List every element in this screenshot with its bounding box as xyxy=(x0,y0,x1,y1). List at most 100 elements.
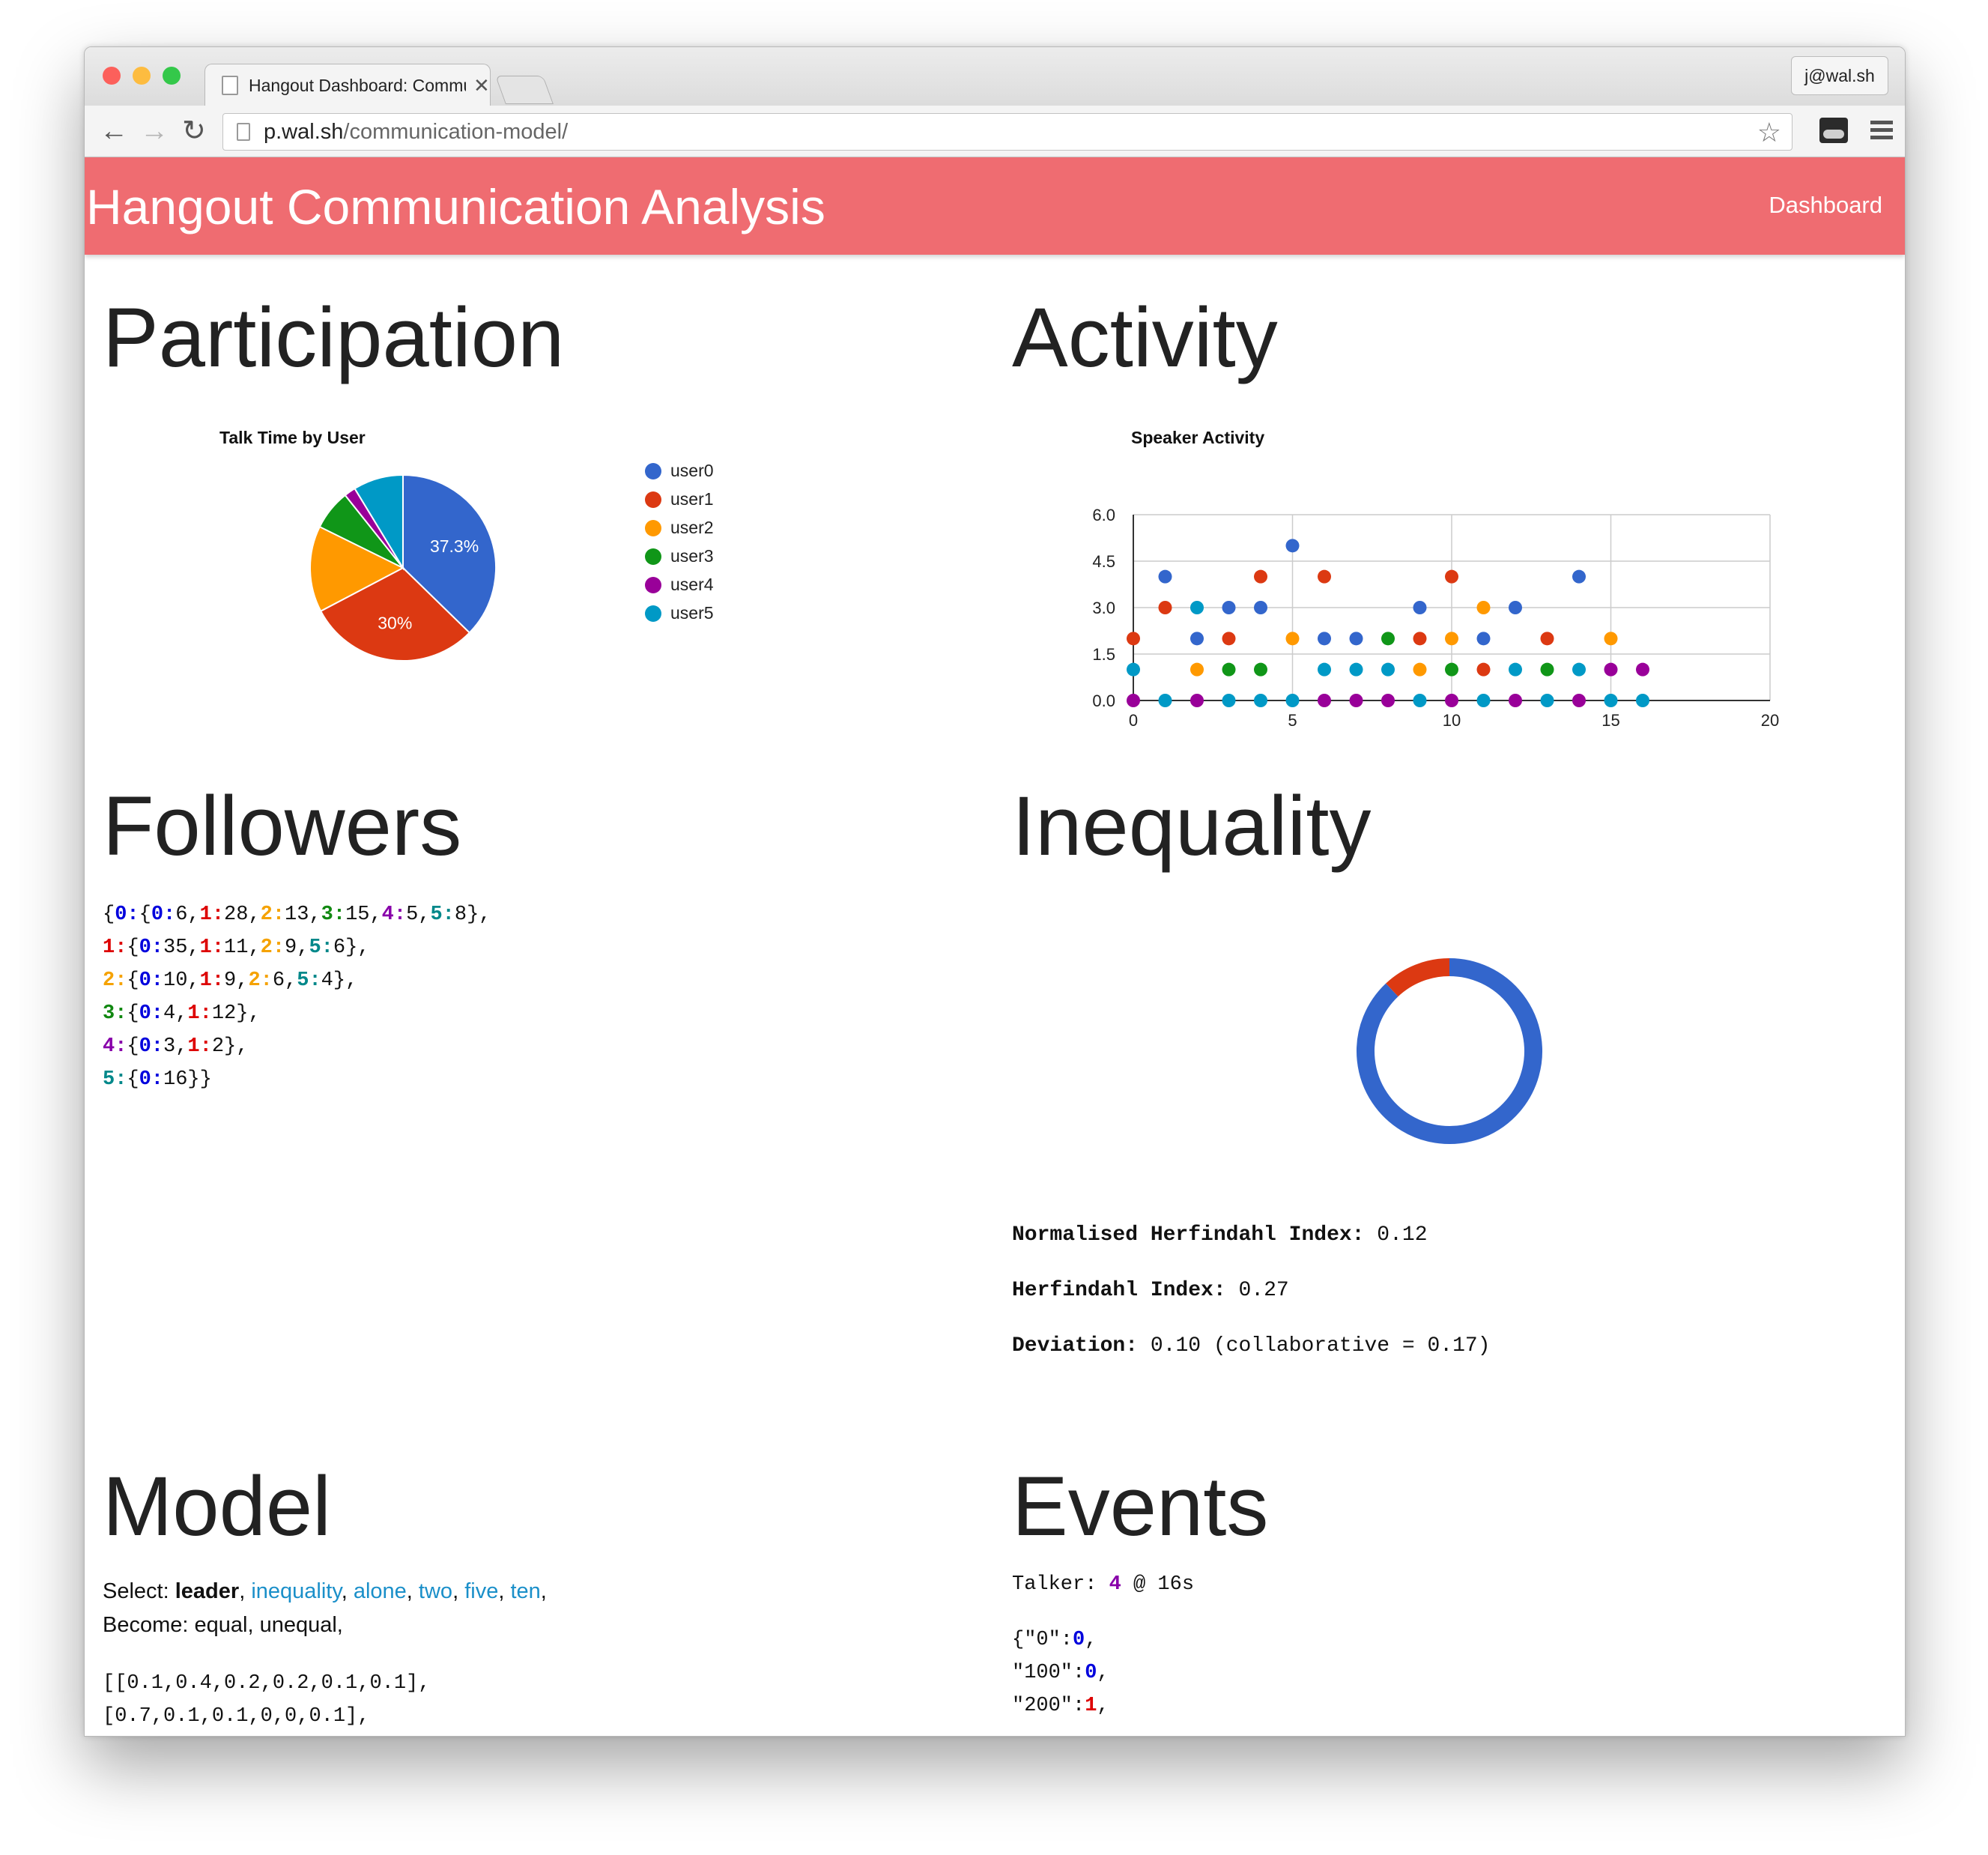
scatter-point-series-1[interactable] xyxy=(1413,632,1427,646)
minimize-window-button[interactable] xyxy=(133,67,151,85)
scatter-point-series-3[interactable] xyxy=(1254,662,1267,677)
scatter-point-series-0[interactable] xyxy=(1285,539,1300,553)
select-option-two[interactable]: two xyxy=(419,1579,452,1603)
scatter-point-series-5[interactable] xyxy=(1127,662,1140,677)
scatter-point-series-4[interactable] xyxy=(1509,694,1522,707)
donut-segment-equal[interactable] xyxy=(1357,958,1542,1144)
legend-label: user4 xyxy=(670,575,714,594)
app-title[interactable]: Hangout Communication Analysis xyxy=(86,178,825,235)
scatter-point-series-1[interactable] xyxy=(1158,601,1172,614)
scatter-point-series-5[interactable] xyxy=(1381,662,1395,677)
pie-legend-user1[interactable]: user1 xyxy=(645,489,714,509)
scatter-point-series-5[interactable] xyxy=(1318,662,1331,677)
herfindahl-index: Herfindahl Index: 0.27 xyxy=(1012,1279,1289,1302)
talker-id: 4 xyxy=(1109,1573,1121,1596)
scatter-point-series-5[interactable] xyxy=(1509,662,1522,677)
new-tab-button[interactable] xyxy=(495,76,554,104)
x-tick-label: 15 xyxy=(1601,711,1619,730)
extension-icon[interactable] xyxy=(1819,118,1848,143)
back-arrow-icon[interactable]: ← xyxy=(100,113,128,149)
bookmark-star-icon[interactable]: ☆ xyxy=(1757,117,1781,148)
scatter-point-series-4[interactable] xyxy=(1381,694,1395,707)
scatter-point-series-2[interactable] xyxy=(1285,632,1300,646)
scatter-point-series-4[interactable] xyxy=(1572,694,1586,707)
scatter-point-series-1[interactable] xyxy=(1127,632,1140,646)
scatter-point-series-0[interactable] xyxy=(1158,569,1172,584)
donut-segment-inequality[interactable] xyxy=(1386,958,1450,997)
scatter-point-series-5[interactable] xyxy=(1222,694,1236,707)
scatter-point-series-4[interactable] xyxy=(1636,662,1649,677)
scatter-point-series-5[interactable] xyxy=(1349,662,1363,677)
scatter-point-series-1[interactable] xyxy=(1476,662,1491,677)
address-bar[interactable]: p.wal.sh/communication-model/ ☆ xyxy=(222,113,1792,151)
select-option-five[interactable]: five xyxy=(464,1579,498,1603)
scatter-point-series-5[interactable] xyxy=(1285,694,1300,707)
scatter-point-series-0[interactable] xyxy=(1413,601,1427,614)
scatter-point-series-0[interactable] xyxy=(1318,632,1331,646)
scatter-point-series-0[interactable] xyxy=(1572,569,1586,584)
pie-legend-user4[interactable]: user4 xyxy=(645,575,714,595)
page-icon xyxy=(222,76,238,95)
scatter-point-series-2[interactable] xyxy=(1190,662,1204,677)
nhi-label: Normalised Herfindahl Index: xyxy=(1012,1223,1365,1247)
reload-icon[interactable]: ↻ xyxy=(182,113,206,149)
scatter-point-series-0[interactable] xyxy=(1222,601,1236,614)
scatter-point-series-5[interactable] xyxy=(1413,694,1427,707)
scatter-point-series-5[interactable] xyxy=(1158,694,1172,707)
nav-dashboard-link[interactable]: Dashboard xyxy=(1769,192,1882,219)
scatter-point-series-5[interactable] xyxy=(1540,694,1554,707)
normalised-herfindahl-index: Normalised Herfindahl Index: 0.12 xyxy=(1012,1223,1428,1247)
x-tick-label: 5 xyxy=(1288,711,1297,730)
profile-button[interactable]: j@wal.sh xyxy=(1791,56,1888,95)
scatter-point-series-2[interactable] xyxy=(1445,632,1458,646)
close-tab-icon[interactable]: ✕ xyxy=(473,74,490,97)
scatter-point-series-4[interactable] xyxy=(1604,662,1618,677)
select-option-alone[interactable]: alone xyxy=(354,1579,407,1603)
scatter-point-series-3[interactable] xyxy=(1445,662,1458,677)
scatter-point-series-5[interactable] xyxy=(1636,694,1649,707)
scatter-point-series-2[interactable] xyxy=(1476,601,1491,614)
scatter-point-series-0[interactable] xyxy=(1190,632,1204,646)
scatter-point-series-3[interactable] xyxy=(1222,662,1236,677)
select-option-ten[interactable]: ten xyxy=(510,1579,540,1603)
scatter-point-series-1[interactable] xyxy=(1318,569,1331,584)
browser-tab[interactable]: Hangout Dashboard: Communication Model ✕ xyxy=(204,64,491,106)
scatter-point-series-4[interactable] xyxy=(1349,694,1363,707)
scatter-point-series-4[interactable] xyxy=(1318,694,1331,707)
scatter-point-series-1[interactable] xyxy=(1540,632,1554,646)
scatter-point-series-0[interactable] xyxy=(1476,632,1491,646)
forward-arrow-icon[interactable]: → xyxy=(140,113,169,149)
model-become-row: Become: equal, unequal, xyxy=(103,1613,343,1637)
scatter-point-series-3[interactable] xyxy=(1381,632,1395,646)
pie-legend-user0[interactable]: user0 xyxy=(645,461,714,481)
scatter-point-series-1[interactable] xyxy=(1254,569,1267,584)
scatter-point-series-0[interactable] xyxy=(1509,601,1522,614)
scatter-point-series-4[interactable] xyxy=(1127,694,1140,707)
event-entry: {"0":0, xyxy=(1012,1629,1097,1651)
scatter-point-series-5[interactable] xyxy=(1254,694,1267,707)
pie-legend-user2[interactable]: user2 xyxy=(645,518,714,538)
select-option-leader[interactable]: leader xyxy=(175,1579,239,1603)
menu-icon[interactable] xyxy=(1870,121,1893,143)
scatter-point-series-1[interactable] xyxy=(1222,632,1236,646)
scatter-point-series-5[interactable] xyxy=(1604,694,1618,707)
scatter-point-series-0[interactable] xyxy=(1254,601,1267,614)
pie-legend-user5[interactable]: user5 xyxy=(645,603,714,623)
scatter-point-series-5[interactable] xyxy=(1476,694,1491,707)
scatter-point-series-4[interactable] xyxy=(1190,694,1204,707)
followers-row: 5:{0:16}} xyxy=(103,1068,212,1091)
scatter-point-series-0[interactable] xyxy=(1349,632,1363,646)
scatter-point-series-1[interactable] xyxy=(1445,569,1458,584)
close-window-button[interactable] xyxy=(103,67,121,85)
scatter-point-series-5[interactable] xyxy=(1190,601,1204,614)
talker-time: @ 16s xyxy=(1133,1573,1195,1596)
pie-legend-user3[interactable]: user3 xyxy=(645,546,714,566)
scatter-point-series-2[interactable] xyxy=(1413,662,1427,677)
scatter-point-series-2[interactable] xyxy=(1604,632,1618,646)
zoom-window-button[interactable] xyxy=(163,67,181,85)
select-option-inequality[interactable]: inequality xyxy=(251,1579,341,1603)
event-entry: "100":0, xyxy=(1012,1662,1109,1684)
scatter-point-series-5[interactable] xyxy=(1572,662,1586,677)
scatter-point-series-4[interactable] xyxy=(1445,694,1458,707)
scatter-point-series-3[interactable] xyxy=(1540,662,1554,677)
